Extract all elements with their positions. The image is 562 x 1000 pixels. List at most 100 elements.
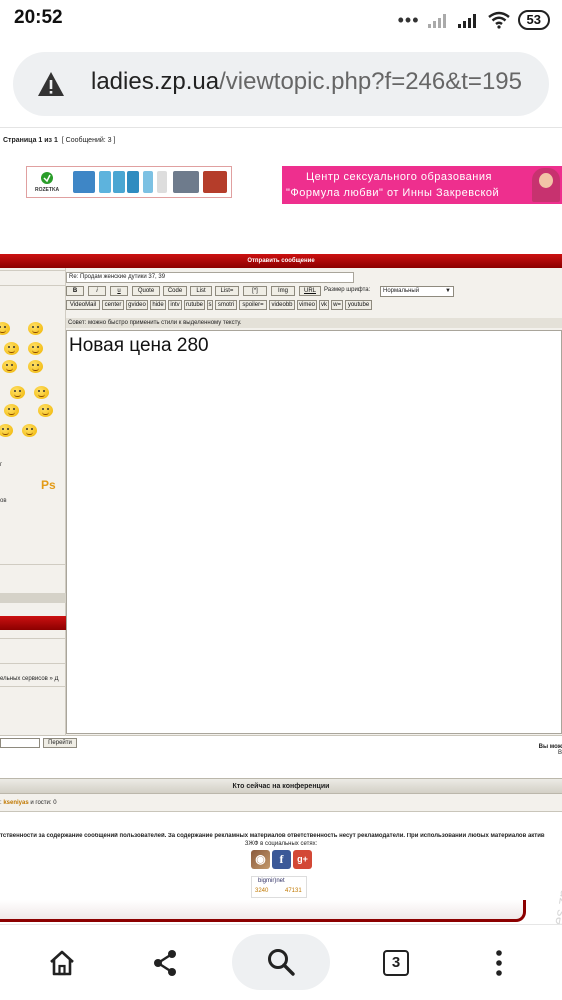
font-size-label: Размер шрифта:	[324, 287, 371, 293]
smiley-icon[interactable]	[10, 386, 25, 399]
smiley-icon[interactable]	[2, 360, 17, 373]
videobb-button[interactable]: videobb	[269, 300, 295, 310]
rozetka-brand: ROZETKA	[35, 187, 60, 193]
menu-button[interactable]	[469, 935, 529, 991]
signal-strong-icon	[457, 14, 476, 28]
smiley-icon[interactable]	[28, 360, 43, 373]
share-icon	[154, 950, 176, 976]
intv-button[interactable]: intv	[168, 300, 182, 310]
italic-button[interactable]: i	[88, 286, 106, 296]
videomail-button[interactable]: VideoMail	[66, 300, 100, 310]
home-icon	[50, 950, 74, 976]
rozetka-banner[interactable]: ROZETKA	[26, 166, 232, 198]
smiley-icon[interactable]	[28, 322, 43, 335]
search-icon	[268, 949, 295, 976]
smotri-button[interactable]: smotri	[215, 300, 237, 310]
editor-tip: Совет: можно быстро применить стили к вы…	[66, 318, 562, 328]
image-button[interactable]: Img	[271, 286, 295, 296]
smiley-icon[interactable]	[0, 424, 13, 437]
divider	[0, 663, 66, 664]
google-plus-icon[interactable]: g+	[293, 850, 312, 869]
breadcrumb-text: ельных сервисов » Д	[0, 676, 59, 682]
product-image	[99, 171, 111, 193]
facebook-icon[interactable]: f	[272, 850, 291, 869]
smiley-icon[interactable]	[4, 342, 19, 355]
signal-weak-icon	[427, 14, 446, 28]
bold-button[interactable]: B	[66, 286, 84, 296]
divider	[0, 564, 66, 565]
hide-button[interactable]: hide	[150, 300, 166, 310]
share-button[interactable]	[135, 935, 195, 991]
list-item-button[interactable]: [*]	[243, 286, 267, 296]
not-secure-warning-icon[interactable]	[37, 71, 65, 97]
ordered-list-button[interactable]: List=	[215, 286, 239, 296]
code-button[interactable]: Code	[163, 286, 187, 296]
strike-button[interactable]: s	[207, 300, 213, 310]
product-image	[73, 171, 95, 193]
url-text[interactable]: ladies.zp.ua/viewtopic.php?f=246&t=195	[91, 68, 522, 96]
post-form-header: Отправить сообщение	[0, 254, 562, 268]
message-textarea[interactable]: Новая цена 280	[66, 330, 562, 734]
tabs-button[interactable]: 3	[366, 935, 426, 991]
smiley-icon[interactable]	[28, 342, 43, 355]
section-bar	[0, 593, 66, 603]
search-button[interactable]	[232, 934, 330, 990]
quote-button[interactable]: Quote	[132, 286, 160, 296]
width-button[interactable]: w=	[331, 300, 343, 310]
product-image	[157, 171, 167, 193]
product-image	[203, 171, 227, 193]
bigmir-counter[interactable]: bigmir)net 3240 47131	[251, 876, 307, 898]
page-counter: Страница 1 из 1	[3, 137, 58, 144]
product-image	[113, 171, 125, 193]
home-button[interactable]	[32, 935, 92, 991]
permissions-note: Вы мож В	[539, 744, 562, 756]
banner-line-2: "Формула любви" от Инны Закревской	[286, 187, 500, 199]
smilies-panel: г Рs ов ельных сервисов » Д	[0, 268, 66, 736]
side-text: г	[0, 462, 3, 468]
list-button[interactable]: List	[190, 286, 212, 296]
center-button[interactable]: center	[102, 300, 124, 310]
url-domain: ladies.zp.ua	[91, 68, 220, 95]
instagram-icon[interactable]: ◉	[251, 850, 270, 869]
spoiler-button[interactable]: spoiler=	[239, 300, 267, 310]
more-notifications-icon: •••	[397, 10, 420, 30]
forum-jump-select[interactable]	[0, 738, 40, 748]
permissions-line-2: В	[557, 750, 562, 756]
divider	[0, 638, 66, 639]
youtube-button[interactable]: youtube	[345, 300, 372, 310]
posts-count: [ Сообщений: 3 ]	[61, 137, 116, 144]
bbcode-toolbar: B i u Quote Code List List= [*] Img URL …	[66, 286, 562, 320]
status-time: 20:52	[14, 7, 63, 28]
subject-input[interactable]: Re: Продам женские дутики 37, 39	[66, 272, 354, 283]
url-button[interactable]: URL	[299, 286, 321, 296]
pagination-info: Страница 1 из 1 [ Сообщений: 3 ]	[3, 137, 115, 144]
social-label: ЗЖФ в социальных сетях:	[244, 841, 318, 847]
education-banner[interactable]: Центр сексуального образования "Формула …	[282, 166, 562, 204]
product-image	[127, 171, 139, 193]
rutube-button[interactable]: rutube	[184, 300, 205, 310]
gvideo-button[interactable]: gvideo	[126, 300, 148, 310]
watermark: Ladies.zp.ua	[545, 868, 562, 924]
url-path: /viewtopic.php?f=246&t=195	[219, 68, 522, 95]
banner-line-1: Центр сексуального образования	[306, 171, 492, 183]
go-button[interactable]: Перейти	[43, 738, 77, 748]
smiley-icon[interactable]	[38, 404, 53, 417]
online-user-link[interactable]: kseniyas	[3, 800, 28, 806]
ps-badge[interactable]: Рs	[41, 478, 56, 492]
vk-button[interactable]: vk	[319, 300, 329, 310]
smiley-icon[interactable]	[34, 386, 49, 399]
status-icons: ••• 53	[398, 9, 550, 31]
smiley-icon[interactable]	[4, 404, 19, 417]
product-image	[173, 171, 199, 193]
tabs-count-icon: 3	[383, 950, 409, 976]
vimeo-button[interactable]: vimeo	[297, 300, 317, 310]
font-size-select[interactable]: Нормальный ▼	[380, 286, 454, 297]
banner-photo	[532, 168, 560, 202]
address-bar[interactable]: ladies.zp.ua/viewtopic.php?f=246&t=195	[13, 52, 549, 116]
counter-value-b: 47131	[285, 888, 302, 894]
breadcrumb[interactable]: ельных сервисов » Д	[0, 676, 66, 682]
underline-button[interactable]: u	[110, 286, 128, 296]
smiley-icon[interactable]	[22, 424, 37, 437]
smiley-icon[interactable]	[0, 322, 10, 335]
battery-indicator: 53	[517, 10, 550, 30]
